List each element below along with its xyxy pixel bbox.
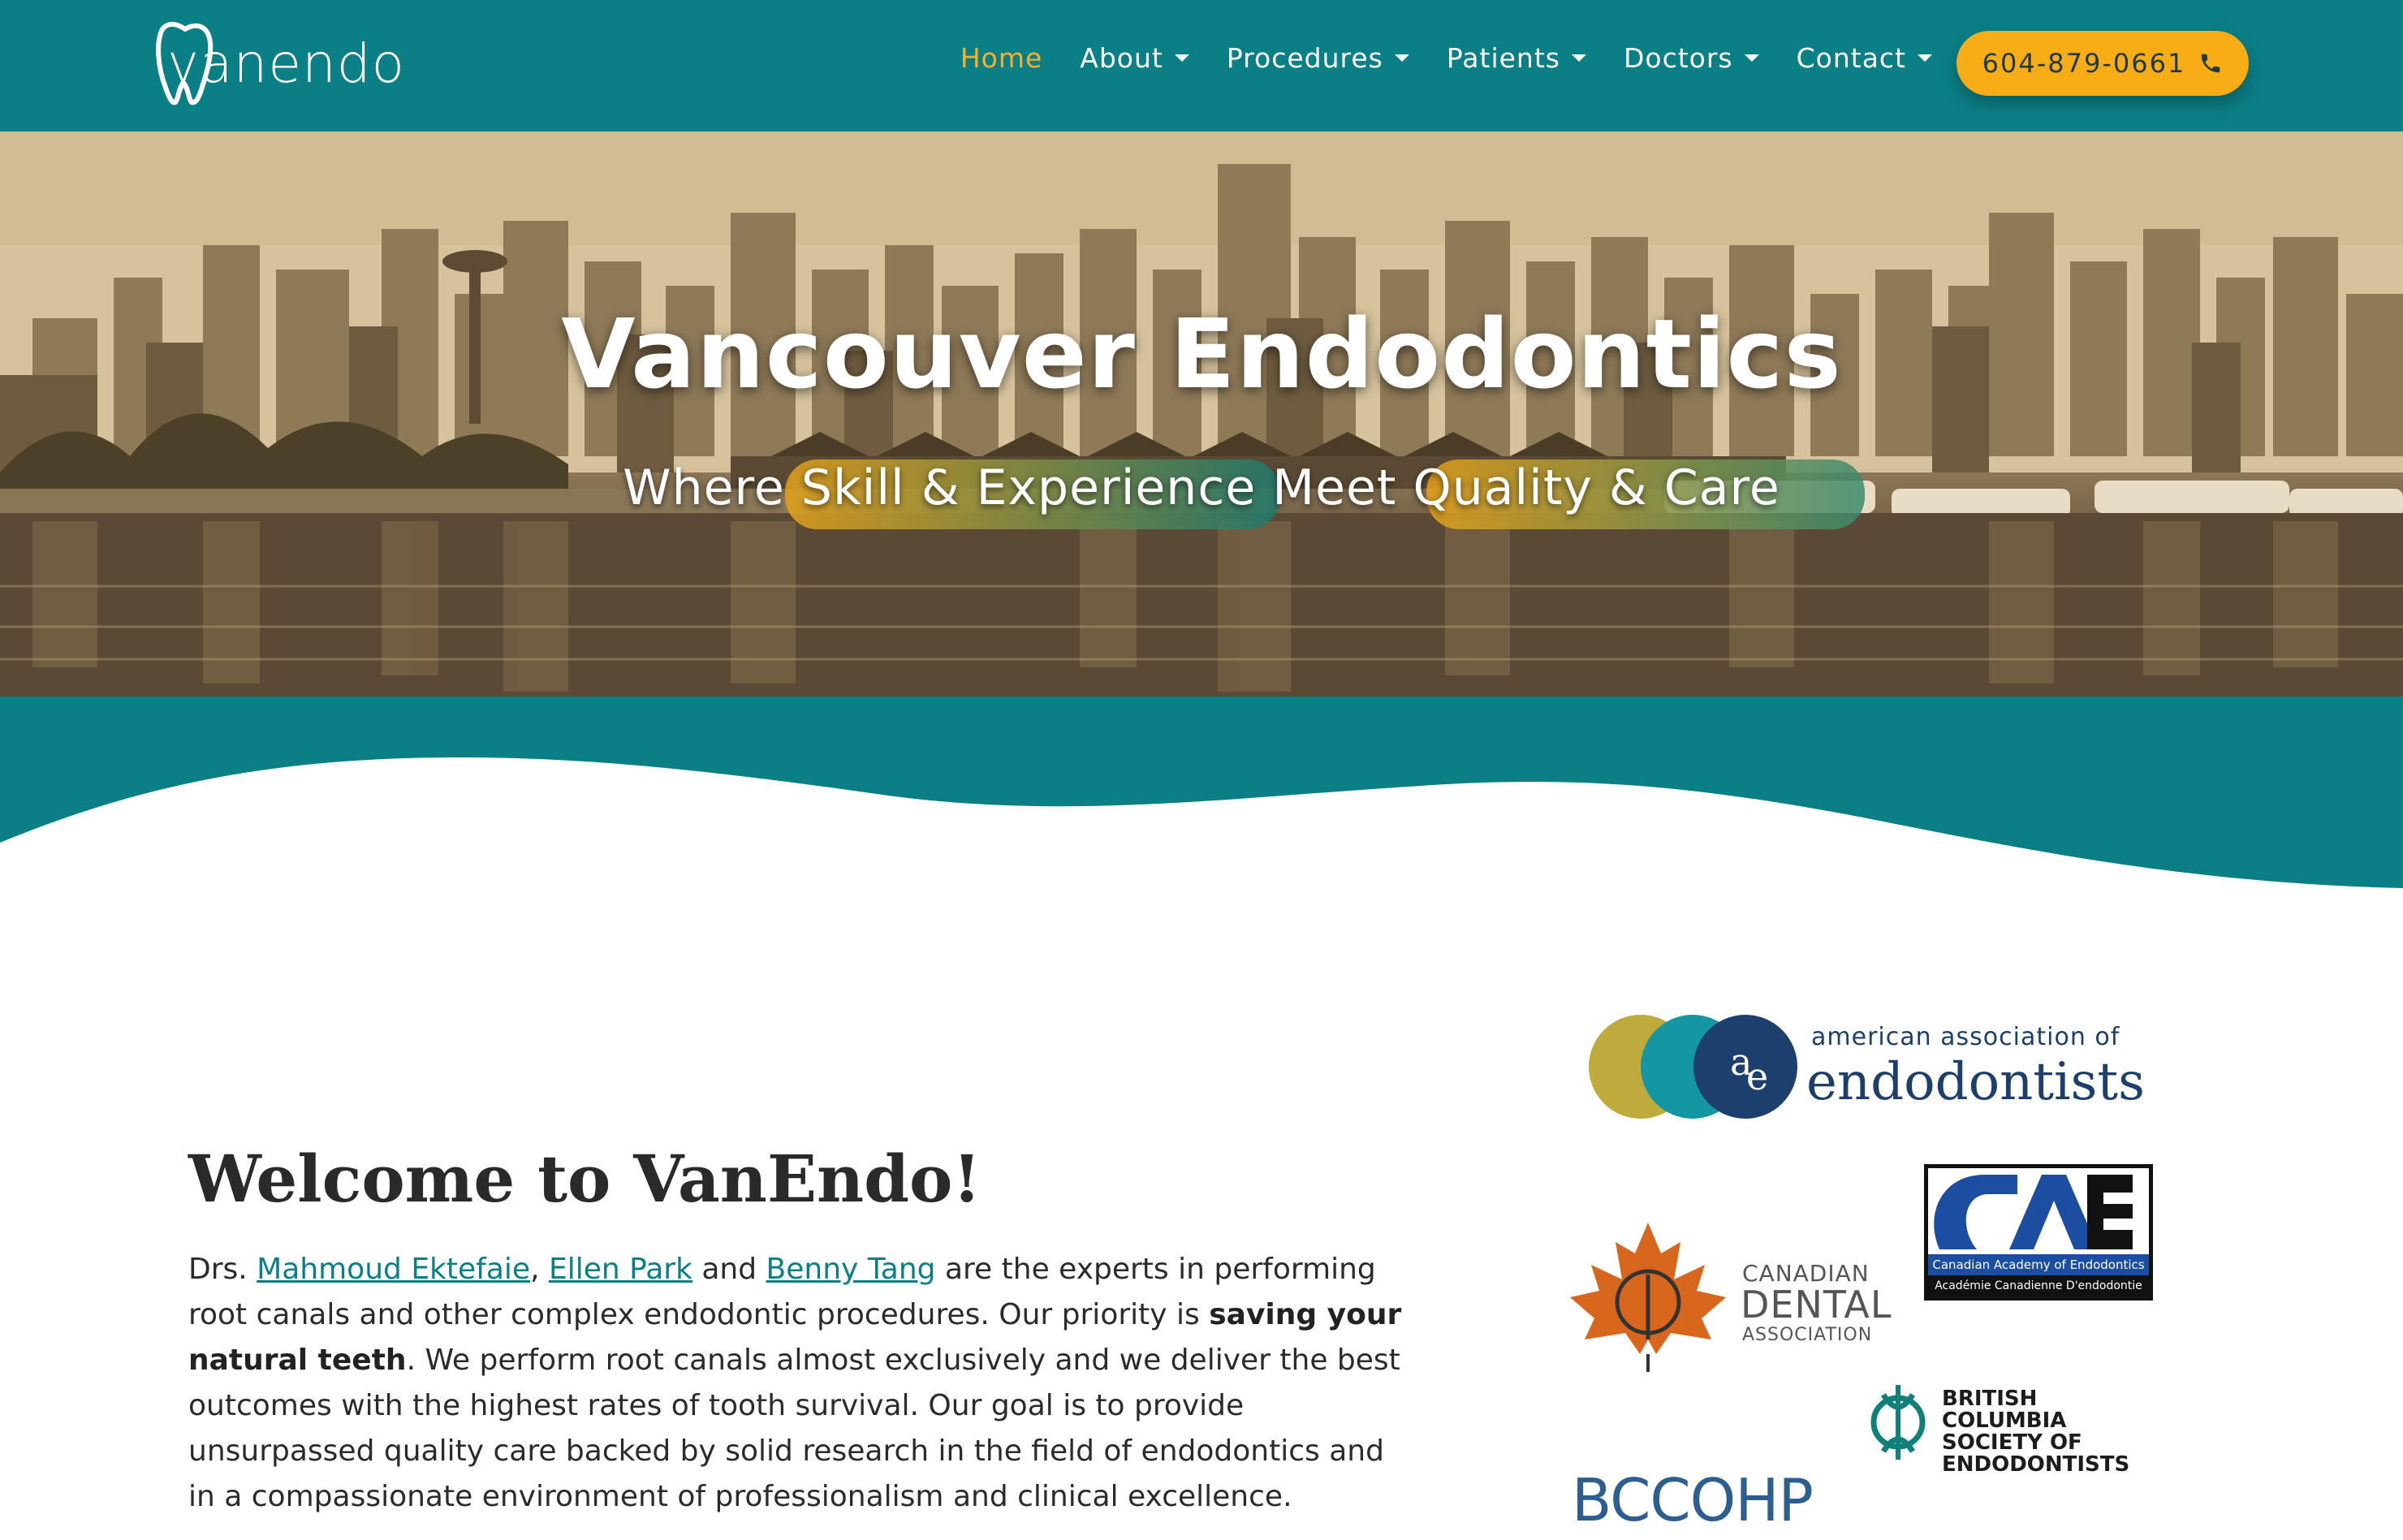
welcome-sep: , bbox=[530, 1253, 549, 1286]
aae-line1: american association of bbox=[1811, 1023, 2120, 1051]
cae-letters-icon bbox=[1934, 1175, 2133, 1249]
nav-about[interactable]: About bbox=[1080, 42, 1189, 74]
bcse-emblem-icon bbox=[1870, 1385, 1926, 1460]
nav-patients[interactable]: Patients bbox=[1447, 42, 1586, 74]
hero-banner: Vancouver Endodontics Where Skill & Expe… bbox=[0, 132, 2403, 697]
chevron-down-icon bbox=[1918, 54, 1932, 62]
bcse-logo[interactable]: BRITISH COLUMBIA SOCIETY OF ENDODONTISTS bbox=[1867, 1378, 2151, 1476]
nav-procedures[interactable]: Procedures bbox=[1227, 42, 1409, 74]
main-nav: Home About Procedures Patients Doctors C… bbox=[923, 42, 1932, 74]
phone-icon bbox=[2202, 54, 2220, 73]
hero-title: Vancouver Endodontics bbox=[561, 298, 1842, 410]
doctor-link-park[interactable]: Ellen Park bbox=[549, 1253, 692, 1286]
nav-doctors-label: Doctors bbox=[1623, 42, 1733, 74]
nav-procedures-label: Procedures bbox=[1226, 42, 1383, 74]
nav-contact[interactable]: Contact bbox=[1797, 42, 1932, 74]
phone-number: 604-879-0661 bbox=[1982, 48, 2186, 79]
nav-home[interactable]: Home bbox=[960, 42, 1042, 74]
site-header: vanendo Home About Procedures Patients D… bbox=[0, 0, 2403, 132]
cae-line2: Académie Canadienne D'endodontie bbox=[1928, 1275, 2149, 1296]
doctor-link-tang[interactable]: Benny Tang bbox=[766, 1253, 936, 1286]
cae-logo[interactable]: Canadian Academy of Endodontics Académie… bbox=[1924, 1164, 2153, 1301]
maple-leaf-icon bbox=[1570, 1223, 1726, 1372]
svg-text:e: e bbox=[1746, 1055, 1768, 1098]
chevron-down-icon bbox=[1744, 54, 1759, 62]
bccohp-label: BCCOHP bbox=[1572, 1466, 1814, 1534]
nav-patients-label: Patients bbox=[1446, 42, 1560, 74]
aae-logo[interactable]: a e american association of endodontists bbox=[1587, 1012, 2145, 1122]
cda-line3: ASSOCIATION bbox=[1742, 1325, 1873, 1345]
vanendo-logo[interactable]: vanendo bbox=[154, 18, 406, 109]
chevron-down-icon bbox=[1174, 54, 1189, 62]
aae-circles-icon: a e bbox=[1589, 1015, 1797, 1119]
chevron-down-icon bbox=[1394, 54, 1409, 62]
nav-about-label: About bbox=[1080, 42, 1163, 74]
bcse-line3: ENDODONTISTS bbox=[1942, 1452, 2130, 1477]
bccohp-logo[interactable]: BCCOHP bbox=[1572, 1466, 1814, 1534]
bcse-line2: SOCIETY OF bbox=[1942, 1430, 2082, 1455]
chevron-down-icon bbox=[1571, 54, 1586, 62]
welcome-paragraph: Drs. Mahmoud Ektefaie, Ellen Park and Be… bbox=[188, 1247, 1406, 1520]
doctor-link-ektefaie[interactable]: Mahmoud Ektefaie bbox=[257, 1253, 530, 1286]
nav-home-label: Home bbox=[960, 42, 1043, 74]
nav-doctors[interactable]: Doctors bbox=[1624, 42, 1759, 74]
welcome-sep: and bbox=[692, 1253, 766, 1286]
welcome-prefix: Drs. bbox=[188, 1253, 257, 1286]
bcse-line1: BRITISH COLUMBIA bbox=[1942, 1387, 2067, 1433]
hero-subtitle: Where Skill & Experience Meet Quality & … bbox=[623, 459, 1780, 516]
phone-button[interactable]: 604-879-0661 bbox=[1956, 31, 2249, 96]
wave-divider bbox=[0, 697, 2403, 891]
city-skyline-image bbox=[0, 132, 2403, 697]
aae-line2: endodontists bbox=[1806, 1052, 2145, 1112]
nav-contact-label: Contact bbox=[1796, 42, 1906, 74]
cae-line1: Canadian Academy of Endodontics bbox=[1928, 1254, 2149, 1275]
hero-subtitle-wrap: Where Skill & Experience Meet Quality & … bbox=[606, 455, 1866, 529]
logo-wordmark: vanendo bbox=[167, 32, 406, 95]
cda-logo[interactable]: CANADIAN DENTAL ASSOCIATION bbox=[1567, 1218, 1892, 1388]
cda-line2: DENTAL bbox=[1741, 1283, 1892, 1326]
welcome-title: Welcome to VanEndo! bbox=[188, 1141, 981, 1217]
